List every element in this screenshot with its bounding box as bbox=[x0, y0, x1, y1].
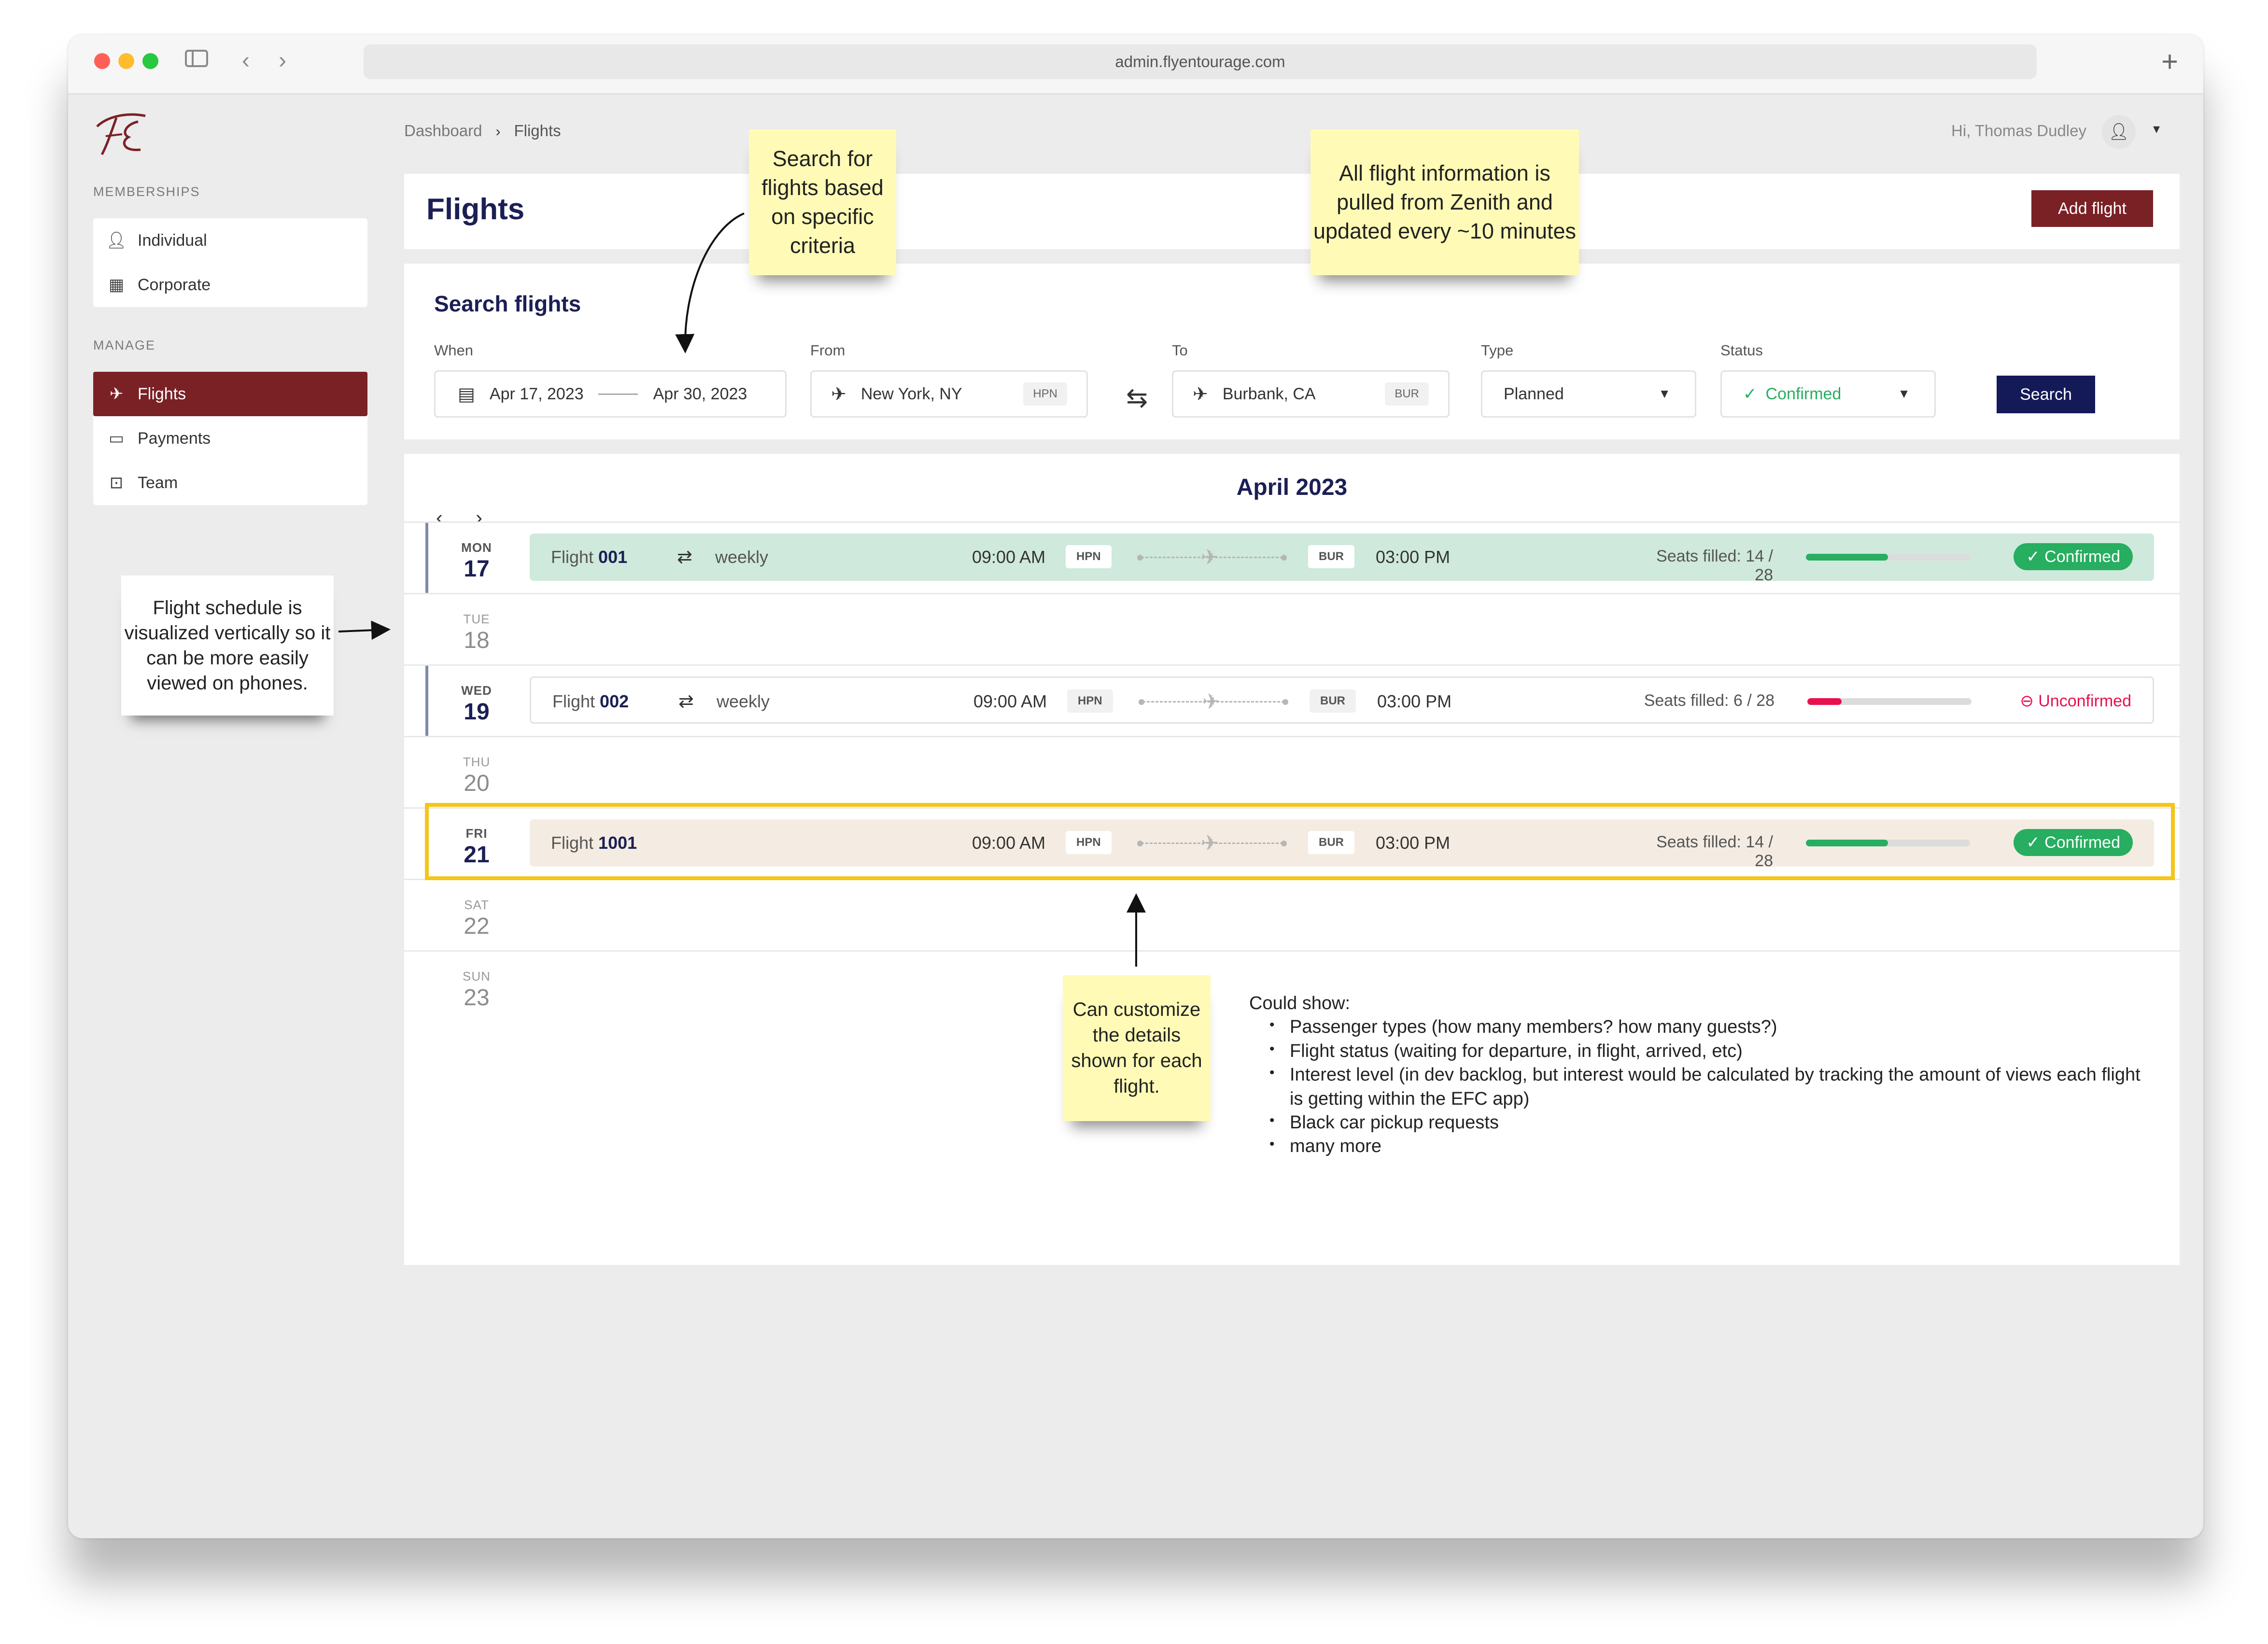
browser-window: ‹ › admin.flyentourage.com + MEMBERSHIPS… bbox=[68, 35, 2203, 1538]
annotation-arrows bbox=[338, 212, 1146, 967]
arrow-search bbox=[675, 212, 745, 353]
highlight-box bbox=[425, 803, 2175, 880]
arrow-vertical bbox=[338, 620, 391, 640]
